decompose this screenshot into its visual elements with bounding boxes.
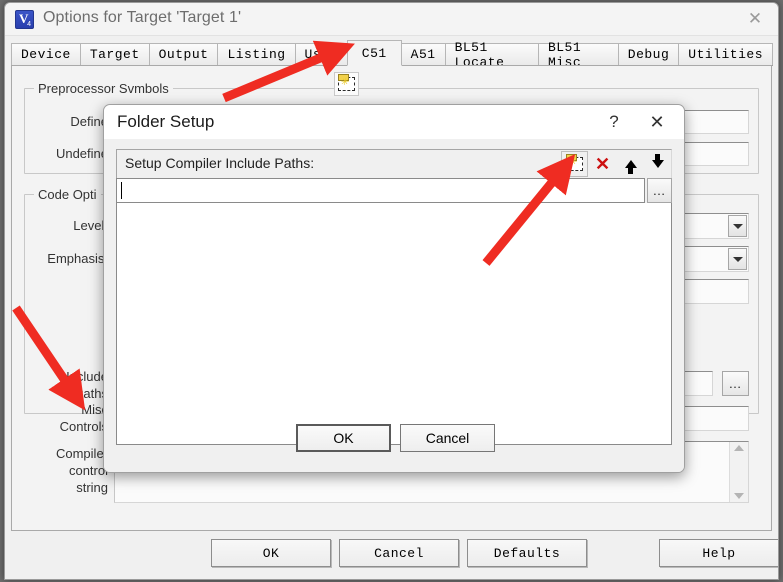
tab-output[interactable]: Output — [148, 43, 219, 66]
tab-bl51-misc[interactable]: BL51 Misc — [537, 40, 619, 70]
tab-target[interactable]: Target — [79, 43, 150, 66]
define-label: Define — [70, 114, 108, 129]
tab-user[interactable]: User — [294, 43, 348, 66]
defaults-button[interactable]: Defaults — [467, 539, 587, 567]
misc-controls-label-line2: Controls — [59, 419, 108, 434]
folder-setup-dialog: Folder Setup ? ✕ Setup Compiler Include … — [103, 104, 685, 473]
path-browse-button[interactable]: … — [647, 178, 672, 203]
tab-c51[interactable]: C51 — [346, 40, 402, 66]
preprocessor-symbols-legend: Preprocessor Svmbols — [34, 81, 173, 96]
folder-setup-ok-button[interactable]: OK — [296, 424, 391, 452]
scroll-down-icon — [734, 493, 744, 499]
path-input[interactable] — [116, 178, 645, 203]
chevron-down-icon[interactable] — [728, 248, 747, 270]
cancel-button[interactable]: Cancel — [339, 539, 459, 567]
move-up-button[interactable] — [617, 151, 644, 177]
tab-utilities[interactable]: Utilities — [678, 43, 773, 66]
tab-listing[interactable]: Listing — [217, 43, 296, 66]
include-paths-label-line1: Include — [66, 369, 108, 384]
compiler-control-scrollbar[interactable] — [729, 442, 748, 502]
window-title: Options for Target 'Target 1' — [43, 9, 242, 26]
arrow-up-icon — [624, 160, 637, 174]
dialog-button-row: OK Cancel Defaults Help — [11, 533, 778, 573]
new-folder-button[interactable]: ✳ — [561, 151, 588, 177]
ok-button[interactable]: OK — [211, 539, 331, 567]
tab-strip[interactable]: Device Target Output Listing User C51 A5… — [11, 40, 773, 70]
tab-device[interactable]: Device — [11, 43, 81, 66]
tab-bl51-locate[interactable]: BL51 Locate — [444, 40, 539, 70]
folder-setup-body: Setup Compiler Include Paths: ✳ ✕ … OK C… — [104, 140, 684, 472]
help-icon[interactable]: ? — [601, 109, 627, 135]
chevron-down-icon[interactable] — [728, 215, 747, 237]
folder-setup-cancel-button[interactable]: Cancel — [400, 424, 495, 452]
compiler-control-label-line2: control — [68, 463, 108, 478]
include-paths-list[interactable] — [116, 203, 672, 445]
compiler-control-label-line1: Compiler — [55, 446, 108, 461]
setup-include-paths-caption: Setup Compiler Include Paths: — [125, 155, 315, 171]
setup-include-paths-bar: Setup Compiler Include Paths: ✳ ✕ — [116, 149, 672, 178]
compiler-control-label-line3: string — [76, 480, 108, 495]
uvision-logo-number: 4 — [27, 21, 31, 28]
misc-controls-label-line1: Misc — [81, 402, 108, 417]
folder-setup-title: Folder Setup — [117, 112, 215, 131]
delete-path-button[interactable]: ✕ — [589, 151, 616, 177]
folder-setup-button-row: OK Cancel — [104, 410, 684, 472]
new-folder-drag-icon: ✳ — [334, 72, 359, 96]
text-caret — [121, 182, 122, 199]
move-down-button[interactable] — [644, 151, 671, 177]
arrow-down-icon — [651, 154, 664, 168]
window-title-bar: V 4 Options for Target 'Target 1' ✕ — [5, 3, 778, 36]
code-optimization-legend: Code Opti — [34, 187, 101, 202]
folder-setup-title-bar: Folder Setup ? ✕ — [104, 105, 684, 140]
include-paths-browse-button[interactable]: … — [722, 371, 749, 396]
new-folder-icon: ✳ — [338, 74, 355, 91]
level-label: Level: — [73, 218, 108, 233]
emphasis-label: Emphasis: — [47, 251, 108, 266]
close-icon[interactable]: ✕ — [732, 3, 778, 35]
close-icon[interactable]: ✕ — [642, 109, 672, 135]
help-button[interactable]: Help — [659, 539, 778, 567]
undefine-label: Undefine — [55, 146, 108, 161]
delete-icon: ✕ — [594, 154, 611, 174]
scroll-up-icon — [734, 445, 744, 451]
new-folder-icon: ✳ — [566, 154, 583, 171]
uvision-logo-icon: V 4 — [15, 10, 34, 29]
tab-debug[interactable]: Debug — [617, 43, 680, 66]
tab-a51[interactable]: A51 — [400, 43, 446, 66]
include-paths-label-line2: Paths — [74, 386, 108, 401]
